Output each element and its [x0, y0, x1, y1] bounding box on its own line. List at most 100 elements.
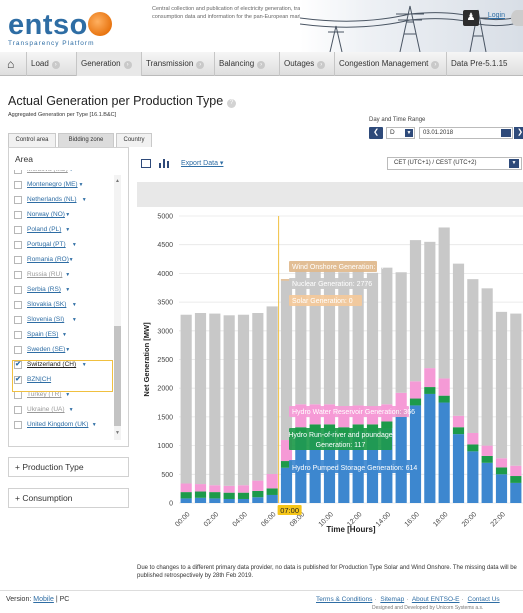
- mobile-link[interactable]: Mobile: [33, 596, 54, 603]
- area-checkbox[interactable]: [14, 271, 22, 279]
- expand-arrow-icon[interactable]: ▼: [65, 224, 70, 236]
- about-link[interactable]: About ENTSO-E: [412, 596, 460, 603]
- user-icon[interactable]: ♟: [463, 10, 479, 26]
- area-item-label[interactable]: Portugal (PT): [27, 239, 66, 251]
- terms-link[interactable]: Terms & Conditions: [316, 596, 372, 603]
- area-checkbox[interactable]: [14, 241, 22, 249]
- scroll-up-icon[interactable]: ▲: [114, 178, 121, 184]
- area-item-label[interactable]: United Kingdom (UK): [27, 419, 88, 431]
- contact-link[interactable]: Contact Us: [468, 596, 500, 603]
- area-item-label[interactable]: Norway (NO): [27, 209, 65, 221]
- home-button[interactable]: ⌂: [0, 52, 27, 76]
- area-item-label[interactable]: Netherlands (NL): [27, 194, 77, 206]
- area-item[interactable]: Slovakia (SK) ▼: [14, 299, 118, 313]
- entsoe-logo[interactable]: entso Transparency Platform: [8, 10, 112, 47]
- area-checkbox[interactable]: [14, 211, 22, 219]
- area-item-label[interactable]: Spain (ES): [27, 329, 58, 341]
- area-item-label[interactable]: Moldova (MD): [27, 170, 68, 176]
- area-checkbox[interactable]: [14, 256, 22, 264]
- area-item-label[interactable]: Serbia (RS): [27, 284, 61, 296]
- area-checkbox[interactable]: [14, 346, 22, 354]
- generation-chart[interactable]: 0 500 1000 1500 2000 2500 3000 3500 4000 4500 5000…: [137, 207, 523, 544]
- date-input[interactable]: 03.01.2018: [419, 127, 513, 139]
- area-item-label[interactable]: Poland (PL): [27, 224, 61, 236]
- next-day-button[interactable]: ❯: [514, 127, 523, 139]
- previous-day-button[interactable]: ❮: [369, 127, 383, 139]
- nav-data-pre[interactable]: Data Pre-5.1.15: [447, 52, 523, 76]
- area-item-label[interactable]: Romania (RO): [27, 254, 69, 266]
- consumption-accordion[interactable]: + Consumption: [8, 488, 129, 508]
- area-item-label[interactable]: Sweden (SE): [27, 344, 65, 356]
- area-checkbox[interactable]: [14, 406, 22, 414]
- area-checkbox[interactable]: [14, 226, 22, 234]
- expand-arrow-icon[interactable]: ▼: [65, 269, 70, 281]
- nav-congestion-management[interactable]: Congestion Management ›: [335, 52, 447, 76]
- granularity-select[interactable]: D ▼: [386, 127, 415, 139]
- chart-view-icon[interactable]: [159, 159, 169, 168]
- expand-arrow-icon[interactable]: ▼: [69, 404, 74, 416]
- area-item-label[interactable]: Ukraine (UA): [27, 404, 65, 416]
- area-item[interactable]: Slovenia (SI) ▼: [14, 314, 118, 328]
- help-icon[interactable]: [511, 10, 523, 26]
- expand-arrow-icon[interactable]: ▼: [62, 329, 67, 341]
- table-view-icon[interactable]: [141, 159, 151, 168]
- expand-arrow-icon[interactable]: ▼: [69, 170, 74, 176]
- expand-arrow-icon[interactable]: ▼: [72, 239, 77, 251]
- expand-arrow-icon[interactable]: ▼: [72, 299, 77, 311]
- area-item[interactable]: Serbia (RS) ▼: [14, 284, 118, 298]
- sitemap-link[interactable]: Sitemap: [380, 596, 404, 603]
- login-link[interactable]: Login: [488, 12, 505, 19]
- production-type-accordion[interactable]: + Production Type: [8, 457, 129, 477]
- tab-country[interactable]: Country: [116, 133, 152, 147]
- calendar-icon[interactable]: [501, 129, 511, 137]
- area-item[interactable]: Ukraine (UA) ▼: [14, 404, 118, 418]
- expand-arrow-icon[interactable]: ▼: [65, 284, 70, 296]
- nav-load[interactable]: Load ›: [27, 52, 77, 76]
- x-tick-label: 00:00: [174, 511, 191, 528]
- area-item[interactable]: Sweden (SE) ▼: [14, 344, 118, 358]
- area-item[interactable]: Montenegro (ME) ▼: [14, 179, 118, 193]
- nav-transmission[interactable]: Transmission ›: [142, 52, 215, 76]
- tab-bidding-zone[interactable]: Bidding zone: [58, 133, 114, 147]
- expand-arrow-icon[interactable]: ▼: [79, 179, 84, 191]
- area-item[interactable]: Norway (NO) ▼: [14, 209, 118, 223]
- area-checkbox[interactable]: [14, 170, 22, 174]
- area-item[interactable]: United Kingdom (UK) ▼: [14, 419, 118, 433]
- area-item[interactable]: Poland (PL) ▼: [14, 224, 118, 238]
- area-item[interactable]: Spain (ES) ▼: [14, 329, 118, 343]
- expand-arrow-icon[interactable]: ▼: [65, 344, 70, 356]
- area-item[interactable]: Netherlands (NL) ▼: [14, 194, 118, 208]
- area-checkbox[interactable]: [14, 286, 22, 294]
- area-checkbox[interactable]: [14, 421, 22, 429]
- area-item-label[interactable]: Slovenia (SI): [27, 314, 64, 326]
- expand-arrow-icon[interactable]: ▼: [82, 194, 87, 206]
- help-question-icon[interactable]: ?: [227, 99, 237, 108]
- area-checkbox[interactable]: [14, 196, 22, 204]
- area-item-label[interactable]: Slovakia (SK): [27, 299, 66, 311]
- nav-generation[interactable]: Generation ›: [77, 52, 142, 76]
- bar-segment: [266, 474, 278, 489]
- area-checkbox[interactable]: [14, 331, 22, 339]
- area-checkbox[interactable]: [14, 316, 22, 324]
- area-checkbox[interactable]: [14, 391, 22, 399]
- area-item[interactable]: Moldova (MD) ▼: [14, 170, 118, 178]
- area-item-label[interactable]: Montenegro (ME): [27, 179, 78, 191]
- bar-segment: [209, 313, 221, 486]
- nav-balancing[interactable]: Balancing ›: [215, 52, 280, 76]
- expand-arrow-icon[interactable]: ▼: [65, 209, 70, 221]
- area-checkbox[interactable]: [14, 181, 22, 189]
- area-item-label[interactable]: Russia (RU): [27, 269, 62, 281]
- area-scrollbar-thumb[interactable]: [114, 326, 121, 426]
- area-item[interactable]: Russia (RU) ▼: [14, 269, 118, 283]
- scroll-down-icon[interactable]: ▼: [114, 430, 121, 436]
- tab-control-area[interactable]: Control area: [8, 133, 56, 147]
- export-data-link[interactable]: Export Data ▾: [181, 159, 223, 167]
- nav-outages[interactable]: Outages ›: [280, 52, 335, 76]
- expand-arrow-icon[interactable]: ▼: [69, 254, 74, 266]
- expand-arrow-icon[interactable]: ▼: [72, 314, 77, 326]
- area-item[interactable]: Romania (RO) ▼: [14, 254, 118, 268]
- expand-arrow-icon[interactable]: ▼: [92, 419, 97, 431]
- area-item[interactable]: Portugal (PT) ▼: [14, 239, 118, 253]
- timezone-select[interactable]: CET (UTC+1) / CEST (UTC+2) ▼: [387, 157, 522, 170]
- area-checkbox[interactable]: [14, 301, 22, 309]
